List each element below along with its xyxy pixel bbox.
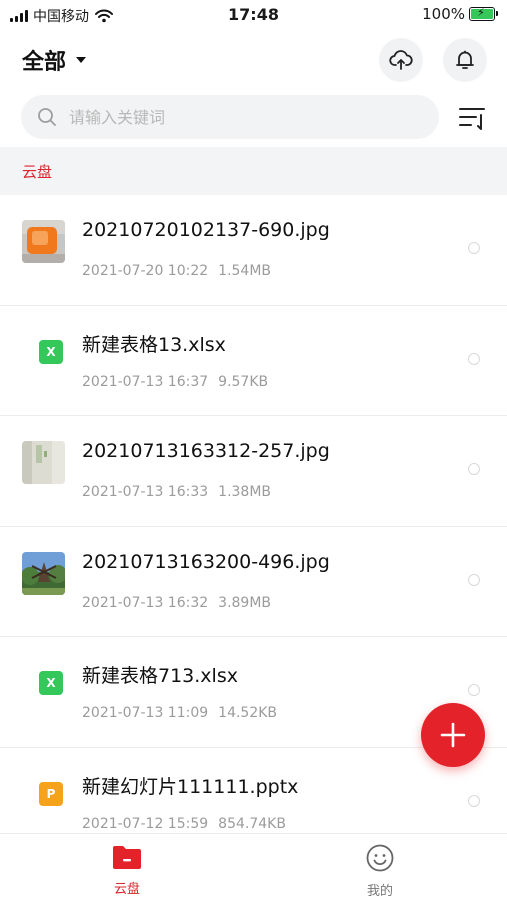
cloud-upload-button[interactable] bbox=[379, 38, 423, 82]
section-header: 云盘 bbox=[0, 147, 507, 195]
file-meta: 2021-07-13 11:09 14.52KB bbox=[82, 705, 277, 721]
file-size: 14.52KB bbox=[218, 705, 278, 722]
file-meta: 2021-07-13 16:33 1.38MB bbox=[82, 484, 271, 500]
status-bar: 中国移动 17:48 100% ⚡ bbox=[0, 0, 507, 30]
file-row[interactable]: 20210720102137-690.jpg 2021-07-20 10:22 1… bbox=[0, 195, 507, 306]
file-name: 20210720102137-690.jpg bbox=[82, 219, 330, 241]
battery-icon: ⚡ bbox=[469, 6, 498, 21]
cloud-folder-icon bbox=[113, 846, 141, 869]
file-name: 20210713163312-257.jpg bbox=[82, 440, 330, 463]
file-date: 2021-07-13 16:33 bbox=[82, 484, 209, 501]
file-row[interactable]: X 新建表格13.xlsx 2021-07-13 16:37 9.57KB bbox=[0, 306, 507, 417]
file-name: 新建幻灯片111111.pptx bbox=[82, 775, 299, 798]
select-radio[interactable] bbox=[468, 794, 480, 807]
sort-button[interactable] bbox=[457, 102, 489, 134]
file-meta: 2021-07-20 10:22 1.54MB bbox=[82, 263, 271, 279]
chevron-down-icon bbox=[76, 57, 87, 63]
select-radio[interactable] bbox=[468, 573, 480, 586]
smiley-icon bbox=[366, 844, 394, 872]
pptx-file-icon: P bbox=[39, 781, 63, 806]
file-name: 20210713163200-496.jpg bbox=[82, 550, 330, 573]
title-dropdown[interactable]: 全部 bbox=[22, 44, 87, 76]
nav-item-cloud[interactable]: 云盘 bbox=[87, 844, 167, 897]
add-button[interactable] bbox=[421, 703, 485, 767]
file-size: 9.57KB bbox=[218, 373, 269, 390]
bell-icon bbox=[456, 50, 474, 69]
file-size: 1.54MB bbox=[218, 263, 272, 279]
file-date: 2021-07-13 16:37 bbox=[82, 373, 209, 390]
file-size: 3.89MB bbox=[218, 594, 272, 611]
image-thumbnail bbox=[22, 441, 65, 485]
nav-item-mine[interactable]: 我的 bbox=[340, 844, 420, 899]
file-size: 1.38MB bbox=[218, 484, 272, 501]
select-radio[interactable] bbox=[468, 242, 480, 254]
file-date: 2021-07-12 15:59 bbox=[82, 815, 209, 832]
nav-label: 云盘 bbox=[113, 882, 140, 897]
bottom-nav: 云盘 我的 bbox=[0, 833, 507, 900]
xlsx-file-icon: X bbox=[39, 339, 63, 364]
select-radio[interactable] bbox=[468, 684, 480, 697]
file-meta: 2021-07-13 16:32 3.89MB bbox=[82, 595, 271, 611]
header: 全部 bbox=[0, 36, 507, 82]
search-icon bbox=[38, 108, 56, 126]
file-meta: 2021-07-13 16:37 9.57KB bbox=[82, 374, 268, 390]
file-name: 新建表格13.xlsx bbox=[82, 333, 226, 356]
select-radio[interactable] bbox=[468, 463, 480, 476]
file-date: 2021-07-20 10:22 bbox=[82, 263, 209, 279]
search-bar[interactable] bbox=[21, 95, 439, 139]
file-meta: 2021-07-12 15:59 854.74KB bbox=[82, 816, 286, 832]
notification-button[interactable] bbox=[443, 38, 487, 82]
status-bar-right: 100% ⚡ bbox=[422, 5, 498, 23]
file-row[interactable]: 20210713163312-257.jpg 2021-07-13 16:33 1… bbox=[0, 416, 507, 527]
select-radio[interactable] bbox=[468, 352, 480, 365]
file-size: 854.74KB bbox=[218, 815, 286, 832]
image-thumbnail bbox=[22, 551, 65, 595]
nav-label: 我的 bbox=[366, 884, 393, 899]
file-date: 2021-07-13 11:09 bbox=[82, 705, 209, 722]
sort-icon bbox=[459, 108, 485, 130]
battery-percent: 100% bbox=[422, 5, 465, 23]
plus-icon bbox=[440, 722, 466, 748]
page-title: 全部 bbox=[22, 50, 67, 75]
search-input[interactable] bbox=[69, 107, 409, 127]
file-name: 新建表格713.xlsx bbox=[82, 665, 238, 688]
file-row[interactable]: 20210713163200-496.jpg 2021-07-13 16:32 3… bbox=[0, 527, 507, 638]
xlsx-file-icon: X bbox=[39, 671, 63, 696]
file-date: 2021-07-13 16:32 bbox=[82, 594, 209, 611]
cloud-upload-icon bbox=[389, 50, 413, 70]
section-label: 云盘 bbox=[22, 163, 53, 181]
image-thumbnail bbox=[22, 220, 65, 263]
